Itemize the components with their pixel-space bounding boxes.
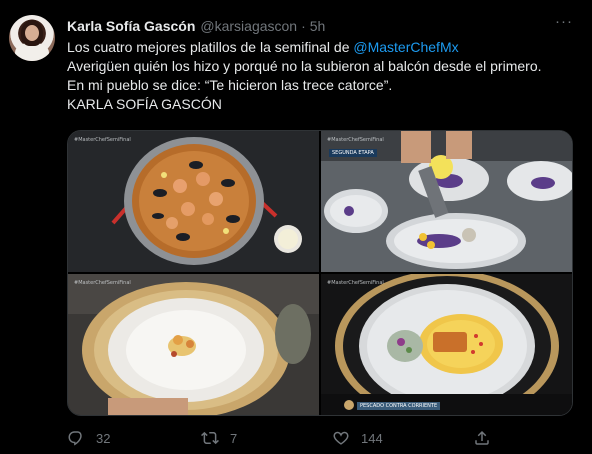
media-grid: #MasterChefSemiFinal #MasterChefSemiFina… <box>67 130 573 416</box>
white-plate-illustration <box>68 274 319 415</box>
tweet-timestamp[interactable]: 5h <box>310 18 326 34</box>
tweet[interactable]: Karla Sofía Gascón @karsiagascon · 5h ··… <box>0 0 592 454</box>
tweet-line-4: KARLA SOFÍA GASCÓN <box>67 96 222 112</box>
reply-count: 32 <box>96 430 111 446</box>
author-handle[interactable]: @karsiagascon <box>200 18 297 34</box>
reply-button[interactable]: 32 <box>67 428 110 448</box>
retweet-icon <box>201 431 219 445</box>
retweet-count: 7 <box>230 430 238 446</box>
media-image-paella[interactable]: #MasterChefSemiFinal <box>68 131 319 272</box>
header-separator: · <box>301 18 306 34</box>
tweet-line-2: Averigüen quién los hizo y porqué no la … <box>67 58 542 74</box>
paella-illustration <box>68 131 319 272</box>
watermark-hashtag: #MasterChefSemiFinal <box>327 137 384 143</box>
media-image-plating[interactable]: #MasterChefSemiFinal SEGUNDA ETAPA <box>321 131 572 272</box>
retweet-button[interactable]: 7 <box>201 428 237 448</box>
tweet-line-3: En mi pueblo se dice: “Te hicieron las t… <box>67 77 393 93</box>
heart-icon <box>333 431 349 445</box>
media-image-fish-plate[interactable]: #MasterChefSemiFinal PESCADO CONTRA CORR… <box>321 274 572 415</box>
author-name[interactable]: Karla Sofía Gascón <box>67 18 195 34</box>
share-button[interactable] <box>473 428 491 448</box>
avatar[interactable] <box>9 15 55 61</box>
more-options-button[interactable]: ··· <box>552 14 576 36</box>
mention-link[interactable]: @MasterChefMx <box>353 39 458 55</box>
media-image-white-plate[interactable]: #MasterChefSemiFinal <box>68 274 319 415</box>
avatar-face-shape <box>25 25 39 41</box>
like-button[interactable]: 144 <box>332 428 383 448</box>
watermark-hashtag: #MasterChefSemiFinal <box>327 280 384 286</box>
watermark-hashtag: #MasterChefSemiFinal <box>74 137 131 143</box>
tweet-line-1-text: Los cuatro mejores platillos de la semif… <box>67 39 354 55</box>
stage-badge: SEGUNDA ETAPA <box>329 149 377 157</box>
watermark-hashtag: #MasterChefSemiFinal <box>74 280 131 286</box>
like-count: 144 <box>361 430 383 446</box>
challenge-badge: PESCADO CONTRA CORRIENTE <box>357 402 441 410</box>
tweet-line-1: Los cuatro mejores platillos de la semif… <box>67 38 577 57</box>
tweet-text: Los cuatro mejores platillos de la semif… <box>67 38 577 114</box>
fish-plate-illustration <box>321 274 572 415</box>
share-icon <box>475 430 489 445</box>
reply-icon <box>68 431 82 446</box>
tweet-actions: 32 7 144 <box>67 428 507 448</box>
tweet-header: Karla Sofía Gascón @karsiagascon · 5h <box>67 17 325 35</box>
